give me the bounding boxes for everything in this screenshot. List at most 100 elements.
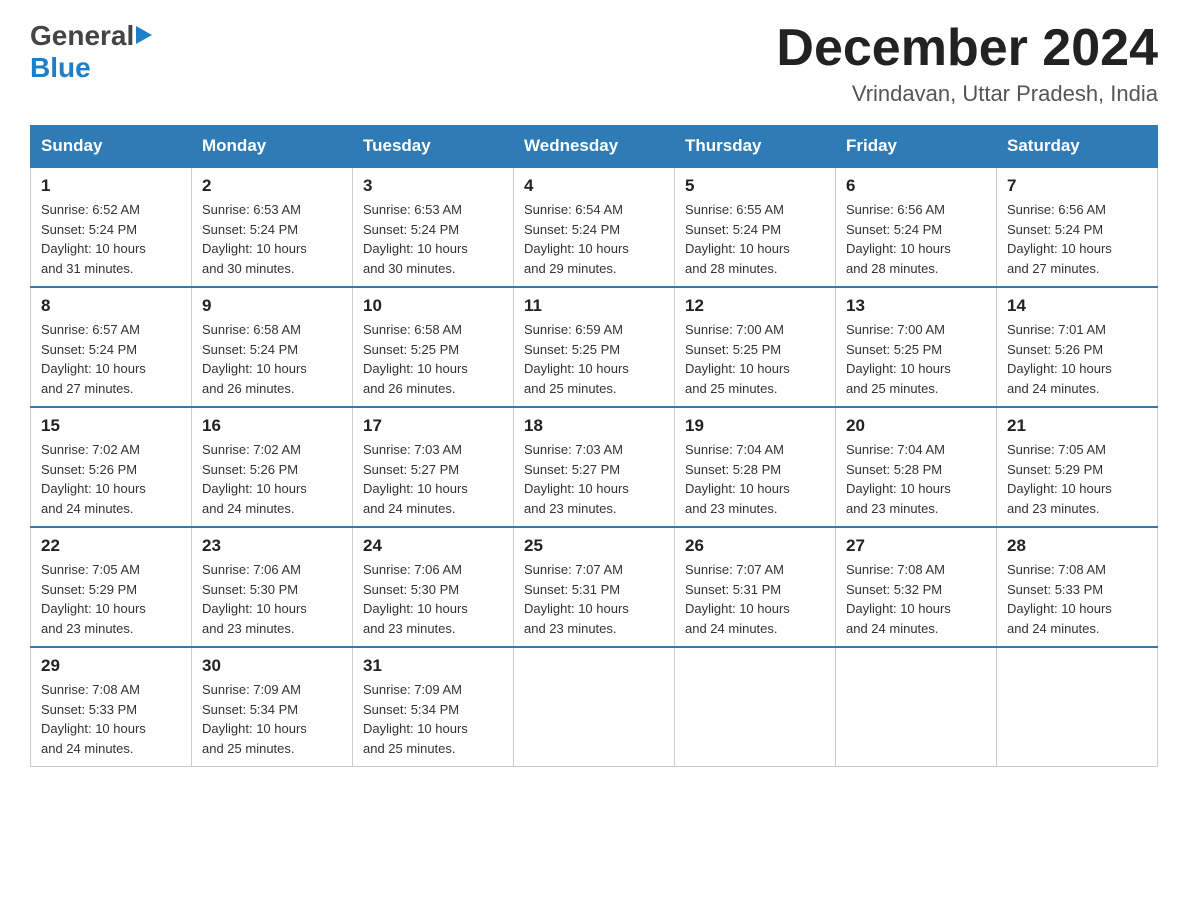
day-number: 13 (846, 296, 986, 316)
day-info: Sunrise: 7:01 AMSunset: 5:26 PMDaylight:… (1007, 322, 1112, 396)
day-info: Sunrise: 7:00 AMSunset: 5:25 PMDaylight:… (685, 322, 790, 396)
day-number: 25 (524, 536, 664, 556)
table-row (836, 647, 997, 767)
day-info: Sunrise: 7:00 AMSunset: 5:25 PMDaylight:… (846, 322, 951, 396)
table-row: 2 Sunrise: 6:53 AMSunset: 5:24 PMDayligh… (192, 167, 353, 287)
day-number: 15 (41, 416, 181, 436)
day-number: 7 (1007, 176, 1147, 196)
day-number: 5 (685, 176, 825, 196)
day-number: 11 (524, 296, 664, 316)
day-number: 8 (41, 296, 181, 316)
table-row: 9 Sunrise: 6:58 AMSunset: 5:24 PMDayligh… (192, 287, 353, 407)
header-tuesday: Tuesday (353, 126, 514, 168)
day-info: Sunrise: 7:08 AMSunset: 5:33 PMDaylight:… (1007, 562, 1112, 636)
table-row: 14 Sunrise: 7:01 AMSunset: 5:26 PMDaylig… (997, 287, 1158, 407)
day-info: Sunrise: 6:54 AMSunset: 5:24 PMDaylight:… (524, 202, 629, 276)
day-info: Sunrise: 7:09 AMSunset: 5:34 PMDaylight:… (202, 682, 307, 756)
calendar-week-row: 29 Sunrise: 7:08 AMSunset: 5:33 PMDaylig… (31, 647, 1158, 767)
day-info: Sunrise: 6:53 AMSunset: 5:24 PMDaylight:… (363, 202, 468, 276)
day-info: Sunrise: 7:03 AMSunset: 5:27 PMDaylight:… (524, 442, 629, 516)
table-row: 31 Sunrise: 7:09 AMSunset: 5:34 PMDaylig… (353, 647, 514, 767)
day-number: 23 (202, 536, 342, 556)
table-row: 19 Sunrise: 7:04 AMSunset: 5:28 PMDaylig… (675, 407, 836, 527)
day-number: 24 (363, 536, 503, 556)
table-row: 25 Sunrise: 7:07 AMSunset: 5:31 PMDaylig… (514, 527, 675, 647)
table-row: 30 Sunrise: 7:09 AMSunset: 5:34 PMDaylig… (192, 647, 353, 767)
day-info: Sunrise: 7:06 AMSunset: 5:30 PMDaylight:… (363, 562, 468, 636)
day-info: Sunrise: 6:56 AMSunset: 5:24 PMDaylight:… (846, 202, 951, 276)
day-info: Sunrise: 6:55 AMSunset: 5:24 PMDaylight:… (685, 202, 790, 276)
day-info: Sunrise: 7:02 AMSunset: 5:26 PMDaylight:… (41, 442, 146, 516)
table-row: 7 Sunrise: 6:56 AMSunset: 5:24 PMDayligh… (997, 167, 1158, 287)
table-row: 4 Sunrise: 6:54 AMSunset: 5:24 PMDayligh… (514, 167, 675, 287)
day-info: Sunrise: 7:06 AMSunset: 5:30 PMDaylight:… (202, 562, 307, 636)
page-header: General Blue December 2024 Vrindavan, Ut… (30, 20, 1158, 107)
table-row: 24 Sunrise: 7:06 AMSunset: 5:30 PMDaylig… (353, 527, 514, 647)
header-saturday: Saturday (997, 126, 1158, 168)
header-monday: Monday (192, 126, 353, 168)
table-row: 3 Sunrise: 6:53 AMSunset: 5:24 PMDayligh… (353, 167, 514, 287)
day-info: Sunrise: 6:59 AMSunset: 5:25 PMDaylight:… (524, 322, 629, 396)
header-sunday: Sunday (31, 126, 192, 168)
day-info: Sunrise: 7:04 AMSunset: 5:28 PMDaylight:… (846, 442, 951, 516)
title-block: December 2024 Vrindavan, Uttar Pradesh, … (776, 20, 1158, 107)
day-number: 30 (202, 656, 342, 676)
day-info: Sunrise: 6:56 AMSunset: 5:24 PMDaylight:… (1007, 202, 1112, 276)
table-row: 16 Sunrise: 7:02 AMSunset: 5:26 PMDaylig… (192, 407, 353, 527)
day-number: 28 (1007, 536, 1147, 556)
day-info: Sunrise: 6:57 AMSunset: 5:24 PMDaylight:… (41, 322, 146, 396)
month-title: December 2024 (776, 20, 1158, 77)
calendar-header-row: Sunday Monday Tuesday Wednesday Thursday… (31, 126, 1158, 168)
day-info: Sunrise: 7:08 AMSunset: 5:33 PMDaylight:… (41, 682, 146, 756)
calendar-week-row: 1 Sunrise: 6:52 AMSunset: 5:24 PMDayligh… (31, 167, 1158, 287)
day-number: 14 (1007, 296, 1147, 316)
day-info: Sunrise: 7:03 AMSunset: 5:27 PMDaylight:… (363, 442, 468, 516)
day-number: 20 (846, 416, 986, 436)
day-number: 16 (202, 416, 342, 436)
day-number: 1 (41, 176, 181, 196)
day-info: Sunrise: 6:53 AMSunset: 5:24 PMDaylight:… (202, 202, 307, 276)
day-info: Sunrise: 7:05 AMSunset: 5:29 PMDaylight:… (1007, 442, 1112, 516)
day-number: 9 (202, 296, 342, 316)
day-info: Sunrise: 6:58 AMSunset: 5:24 PMDaylight:… (202, 322, 307, 396)
table-row: 10 Sunrise: 6:58 AMSunset: 5:25 PMDaylig… (353, 287, 514, 407)
day-number: 17 (363, 416, 503, 436)
header-friday: Friday (836, 126, 997, 168)
header-thursday: Thursday (675, 126, 836, 168)
day-number: 18 (524, 416, 664, 436)
table-row: 6 Sunrise: 6:56 AMSunset: 5:24 PMDayligh… (836, 167, 997, 287)
table-row: 1 Sunrise: 6:52 AMSunset: 5:24 PMDayligh… (31, 167, 192, 287)
logo: General Blue (30, 20, 154, 84)
table-row (675, 647, 836, 767)
table-row: 5 Sunrise: 6:55 AMSunset: 5:24 PMDayligh… (675, 167, 836, 287)
day-number: 26 (685, 536, 825, 556)
logo-blue-text: Blue (30, 52, 91, 83)
day-info: Sunrise: 7:07 AMSunset: 5:31 PMDaylight:… (524, 562, 629, 636)
table-row: 18 Sunrise: 7:03 AMSunset: 5:27 PMDaylig… (514, 407, 675, 527)
day-number: 31 (363, 656, 503, 676)
table-row: 22 Sunrise: 7:05 AMSunset: 5:29 PMDaylig… (31, 527, 192, 647)
day-info: Sunrise: 7:08 AMSunset: 5:32 PMDaylight:… (846, 562, 951, 636)
day-info: Sunrise: 6:52 AMSunset: 5:24 PMDaylight:… (41, 202, 146, 276)
calendar-week-row: 22 Sunrise: 7:05 AMSunset: 5:29 PMDaylig… (31, 527, 1158, 647)
day-number: 4 (524, 176, 664, 196)
table-row (514, 647, 675, 767)
table-row: 17 Sunrise: 7:03 AMSunset: 5:27 PMDaylig… (353, 407, 514, 527)
table-row: 11 Sunrise: 6:59 AMSunset: 5:25 PMDaylig… (514, 287, 675, 407)
day-number: 21 (1007, 416, 1147, 436)
day-info: Sunrise: 7:04 AMSunset: 5:28 PMDaylight:… (685, 442, 790, 516)
day-number: 2 (202, 176, 342, 196)
day-number: 22 (41, 536, 181, 556)
header-wednesday: Wednesday (514, 126, 675, 168)
day-info: Sunrise: 7:07 AMSunset: 5:31 PMDaylight:… (685, 562, 790, 636)
day-number: 19 (685, 416, 825, 436)
day-number: 3 (363, 176, 503, 196)
table-row: 13 Sunrise: 7:00 AMSunset: 5:25 PMDaylig… (836, 287, 997, 407)
day-number: 6 (846, 176, 986, 196)
table-row: 29 Sunrise: 7:08 AMSunset: 5:33 PMDaylig… (31, 647, 192, 767)
day-number: 27 (846, 536, 986, 556)
table-row: 15 Sunrise: 7:02 AMSunset: 5:26 PMDaylig… (31, 407, 192, 527)
table-row: 27 Sunrise: 7:08 AMSunset: 5:32 PMDaylig… (836, 527, 997, 647)
calendar-week-row: 8 Sunrise: 6:57 AMSunset: 5:24 PMDayligh… (31, 287, 1158, 407)
table-row (997, 647, 1158, 767)
